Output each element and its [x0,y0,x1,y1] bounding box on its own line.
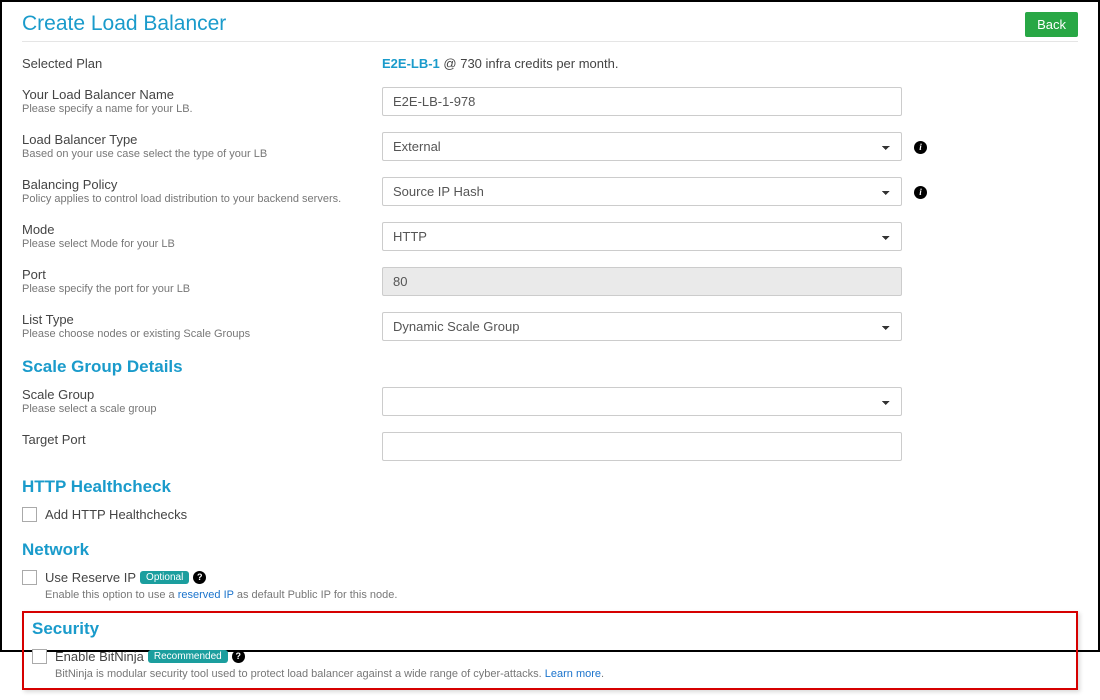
policy-sub: Policy applies to control load distribut… [22,193,382,205]
mode-label: Mode [22,222,382,237]
policy-select[interactable]: Source IP Hash [382,177,902,206]
lb-type-select[interactable]: External [382,132,902,161]
target-port-input[interactable] [382,432,902,461]
mode-select[interactable]: HTTP [382,222,902,251]
optional-badge: Optional [140,571,189,584]
reserve-ip-checkbox[interactable] [22,570,37,585]
listtype-select[interactable]: Dynamic Scale Group [382,312,902,341]
reserve-ip-hint: Enable this option to use a reserved IP … [45,589,1078,601]
mode-sub: Please select Mode for your LB [22,238,382,250]
back-button[interactable]: Back [1025,12,1078,37]
info-icon[interactable]: i [914,141,927,154]
scalegroup-sub: Please select a scale group [22,403,382,415]
reserve-ip-label: Use Reserve IP [45,570,136,585]
plan-suffix: @ 730 infra credits per month. [440,56,619,71]
bitninja-checkbox[interactable] [32,649,47,664]
network-section-title: Network [22,540,1078,560]
scalegroup-label: Scale Group [22,387,382,402]
lb-name-label: Your Load Balancer Name [22,87,382,102]
security-section-title: Security [32,619,1068,639]
security-section-highlight: Security Enable BitNinja Recommended ? B… [22,611,1078,690]
lb-name-sub: Please specify a name for your LB. [22,103,382,115]
bitninja-hint: BitNinja is modular security tool used t… [55,668,1068,680]
target-port-label: Target Port [22,432,382,447]
help-icon[interactable]: ? [193,571,206,584]
healthcheck-section-title: HTTP Healthcheck [22,477,1078,497]
plan-name-link[interactable]: E2E-LB-1 [382,56,440,71]
selected-plan-label: Selected Plan [22,56,382,71]
lb-type-label: Load Balancer Type [22,132,382,147]
learn-more-link[interactable]: Learn more [545,668,601,680]
policy-label: Balancing Policy [22,177,382,192]
bitninja-label: Enable BitNinja [55,649,144,664]
reserved-ip-link[interactable]: reserved IP [178,589,234,601]
page-title: Create Load Balancer [22,12,226,36]
listtype-sub: Please choose nodes or existing Scale Gr… [22,328,382,340]
listtype-label: List Type [22,312,382,327]
scale-group-section-title: Scale Group Details [22,357,1078,377]
lb-type-sub: Based on your use case select the type o… [22,148,382,160]
port-input [382,267,902,296]
lb-name-input[interactable] [382,87,902,116]
port-sub: Please specify the port for your LB [22,283,382,295]
scalegroup-select[interactable] [382,387,902,416]
healthcheck-checkbox-label: Add HTTP Healthchecks [45,507,187,522]
healthcheck-checkbox[interactable] [22,507,37,522]
info-icon[interactable]: i [914,186,927,199]
port-label: Port [22,267,382,282]
